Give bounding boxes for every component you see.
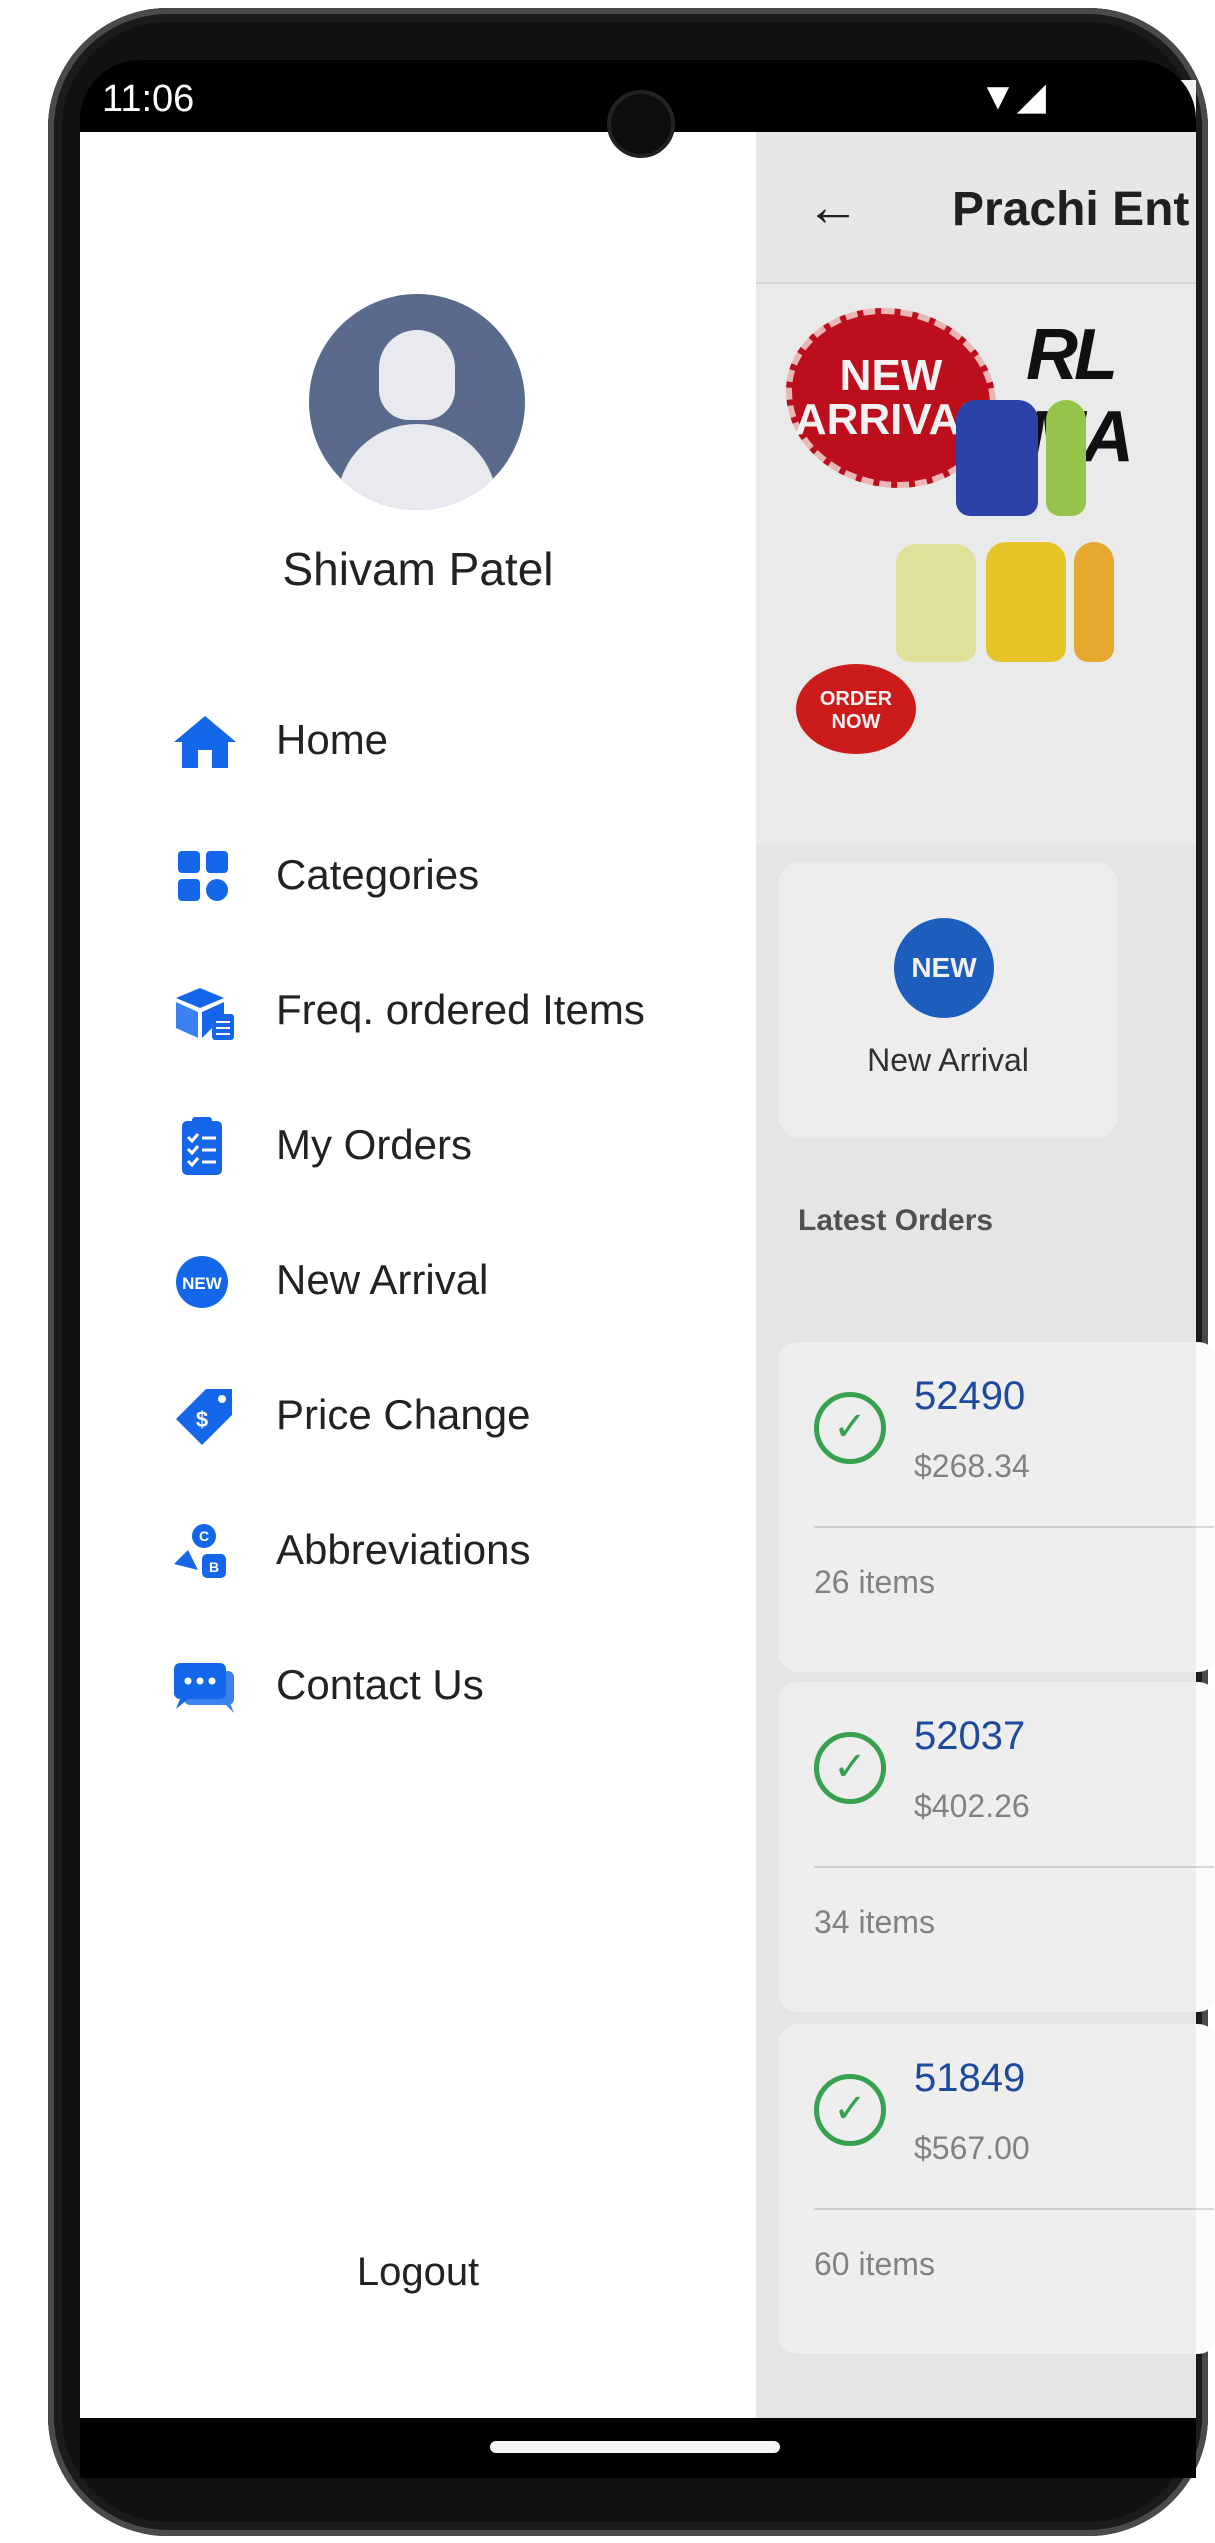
status-time: 11:06: [102, 78, 195, 120]
menu-label: Price Change: [276, 1391, 531, 1438]
menu-label: Home: [276, 716, 389, 763]
menu-item-contact-us[interactable]: Contact Us: [170, 1647, 730, 1727]
avatar-body: [337, 424, 497, 510]
orders-icon: [182, 1117, 222, 1175]
drawer-scrim[interactable]: [756, 132, 1196, 2418]
menu-item-abbreviations[interactable]: C B Abbreviations: [170, 1512, 730, 1592]
home-icon: [174, 716, 236, 768]
menu-item-freq-ordered[interactable]: Freq. ordered Items: [170, 972, 730, 1052]
categories-icon: [178, 851, 228, 901]
menu-item-categories[interactable]: Categories: [170, 837, 730, 917]
svg-text:B: B: [209, 1559, 219, 1575]
home-gesture-handle[interactable]: [490, 2441, 780, 2453]
menu-label: Categories: [276, 851, 480, 898]
menu-label: Abbreviations: [276, 1526, 531, 1573]
menu-item-price-change[interactable]: $ Price Change: [170, 1377, 730, 1457]
svg-text:NEW: NEW: [182, 1274, 223, 1293]
signal-icon: ▼◢: [979, 76, 1046, 118]
abbreviations-icon: C B: [174, 1524, 226, 1578]
menu-item-my-orders[interactable]: My Orders: [170, 1107, 730, 1187]
svg-text:C: C: [199, 1528, 209, 1544]
price-tag-icon: $: [176, 1389, 232, 1445]
svg-text:$: $: [196, 1407, 208, 1432]
logout-button[interactable]: Logout: [80, 2250, 756, 2295]
new-badge-icon: NEW: [176, 1256, 228, 1308]
camera-icon: [607, 90, 675, 158]
chat-icon: [174, 1663, 234, 1713]
navigation-drawer: Shivam Patel Home Categories Freq. order…: [80, 132, 756, 2418]
avatar: [309, 294, 525, 510]
menu-label: My Orders: [276, 1121, 473, 1168]
menu-label: Contact Us: [276, 1661, 484, 1708]
menu-item-home[interactable]: Home: [170, 702, 730, 782]
avatar-head: [379, 330, 455, 420]
menu-item-new-arrival[interactable]: NEW New Arrival: [170, 1242, 730, 1322]
menu-label: Freq. ordered Items: [276, 986, 645, 1033]
freq-items-icon: [176, 988, 234, 1040]
user-name: Shivam Patel: [282, 543, 554, 595]
menu-label: New Arrival: [276, 1256, 489, 1303]
